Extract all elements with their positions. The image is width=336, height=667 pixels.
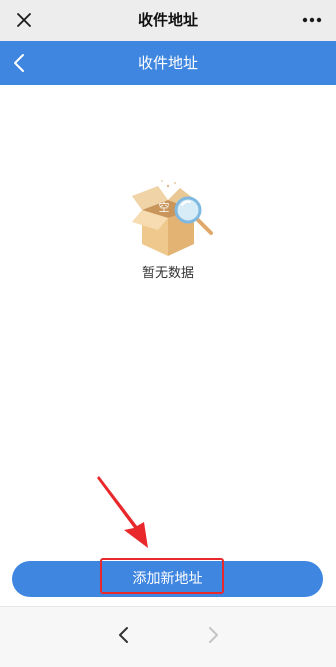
chevron-right-icon xyxy=(209,627,218,643)
app-header: 收件地址 xyxy=(0,41,336,85)
page-title: 收件地址 xyxy=(137,54,198,72)
close-icon[interactable] xyxy=(12,8,36,32)
box-label: 空 xyxy=(159,200,170,214)
back-icon[interactable] xyxy=(8,51,32,75)
chevron-left-icon[interactable] xyxy=(112,623,136,647)
more-icon[interactable] xyxy=(298,8,326,32)
empty-state-message: 暂无数据 xyxy=(141,266,194,281)
wechat-top-bar: 收件地址 xyxy=(0,0,336,41)
annotation-arrow-icon xyxy=(97,476,148,548)
add-new-address-button[interactable]: 添加新地址 xyxy=(12,561,323,597)
wechat-page-title: 收件地址 xyxy=(137,11,198,29)
browser-nav-bar xyxy=(0,606,336,667)
empty-box-icon: 空 xyxy=(132,180,213,256)
